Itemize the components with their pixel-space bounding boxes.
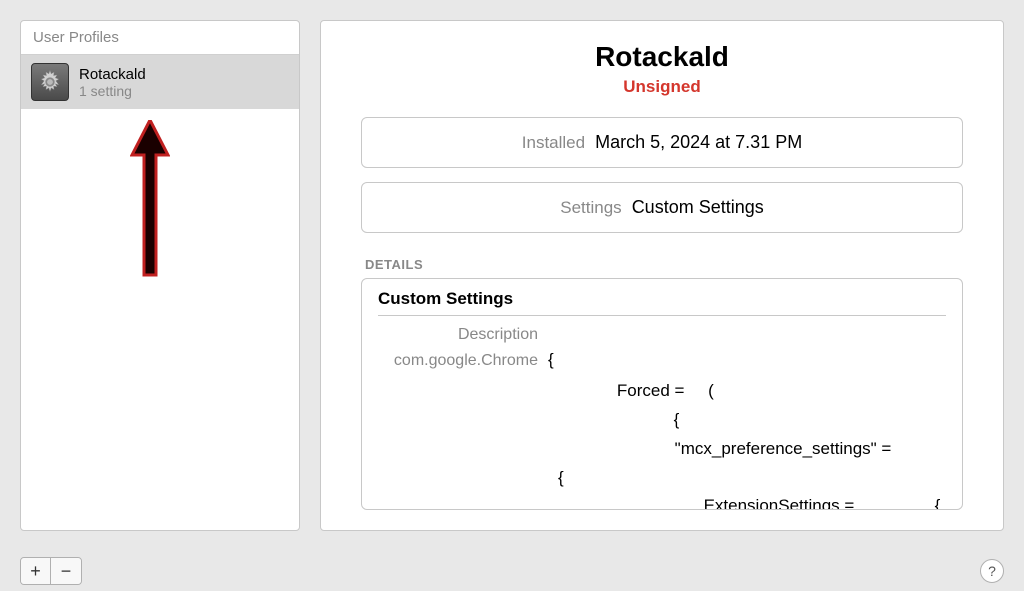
- profile-list-item[interactable]: Rotackald 1 setting: [21, 55, 299, 109]
- profile-name: Rotackald: [79, 66, 146, 83]
- installed-value: March 5, 2024 at 7.31 PM: [595, 132, 802, 153]
- profile-title: Rotackald: [361, 41, 963, 73]
- profile-subtitle: 1 setting: [79, 83, 146, 99]
- add-button[interactable]: +: [21, 558, 51, 584]
- code-line-1: Forced = (: [378, 377, 946, 406]
- code-line-4: {: [378, 464, 946, 493]
- installed-row: Installed March 5, 2024 at 7.31 PM: [361, 117, 963, 168]
- code-line-2: {: [378, 406, 946, 435]
- installed-label: Installed: [522, 133, 585, 153]
- details-section-label: DETAILS: [361, 257, 963, 272]
- sidebar-header: User Profiles: [21, 21, 299, 55]
- settings-value: Custom Settings: [632, 197, 764, 218]
- details-box: Custom Settings Description com.google.C…: [361, 278, 963, 510]
- main-panel: Rotackald Unsigned Installed March 5, 20…: [320, 20, 1004, 531]
- details-title: Custom Settings: [378, 289, 946, 316]
- description-key: Description: [378, 326, 548, 344]
- profile-status: Unsigned: [361, 77, 963, 97]
- settings-row: Settings Custom Settings: [361, 182, 963, 233]
- help-button[interactable]: ?: [980, 559, 1004, 583]
- code-line-3: "mcx_preference_settings" =: [378, 435, 946, 464]
- details-body: Description com.google.Chrome { Forced =…: [378, 326, 946, 510]
- profile-gear-icon: [31, 63, 69, 101]
- profiles-sidebar: User Profiles Rotackald 1 setting: [20, 20, 300, 531]
- remove-button[interactable]: −: [51, 558, 81, 584]
- profile-text: Rotackald 1 setting: [79, 66, 146, 99]
- bottom-toolbar: + − ?: [0, 551, 1024, 591]
- settings-label: Settings: [560, 198, 621, 218]
- domain-key: com.google.Chrome: [378, 352, 548, 370]
- code-line-5: ExtensionSettings = {: [378, 492, 946, 510]
- add-remove-group: + −: [20, 557, 82, 585]
- code-line-0: {: [548, 346, 554, 375]
